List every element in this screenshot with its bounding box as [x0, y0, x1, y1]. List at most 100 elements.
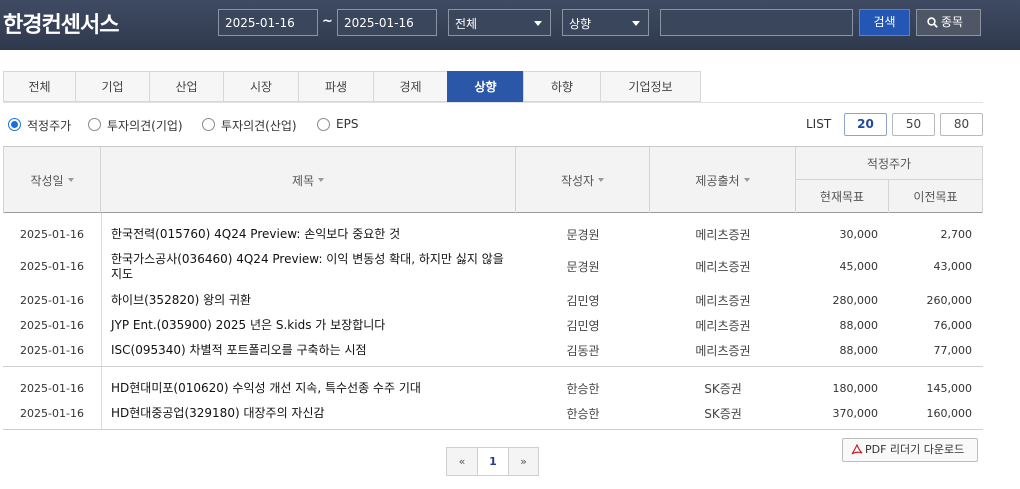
radio-dot	[88, 118, 101, 131]
row-author: 김민영	[566, 293, 600, 308]
tab-downgrade[interactable]: 하향	[523, 71, 600, 102]
list-size-label: LIST	[806, 117, 832, 131]
prev-page-button[interactable]: «	[446, 447, 477, 476]
table-row[interactable]: 2025-01-16 하이브(352820) 왕의 귀환 김민영 메리츠증권 280,0…	[3, 288, 983, 312]
row-author: 한승한	[566, 406, 600, 421]
table-row[interactable]: 2025-01-16 한국전력(015760) 4Q24 Preview: 손익보…	[3, 222, 983, 247]
pdf-icon	[851, 444, 863, 455]
site-logo[interactable]: 한경컨센서스	[3, 7, 119, 39]
sort-down-icon	[318, 178, 325, 182]
table-row[interactable]: 2025-01-16 한국가스공사(036460) 4Q24 Preview: 이…	[3, 249, 983, 284]
header-date-label: 작성일	[30, 173, 64, 188]
table-row[interactable]: 2025-01-16 HD현대중공업(329180) 대장주의 자신감 한승한 SK증…	[3, 401, 983, 425]
radio-dot	[317, 118, 330, 131]
radio-label: 적정주가	[27, 119, 72, 133]
header-title[interactable]: 제목	[101, 147, 516, 213]
row-source: 메리츠증권	[695, 228, 751, 242]
radio-label: 투자의견(산업)	[221, 119, 297, 133]
sort-down-icon	[598, 178, 605, 182]
next-page-button[interactable]: »	[508, 447, 539, 476]
header-previous-target: 이전목표	[889, 180, 983, 213]
row-date: 2025-01-16	[20, 293, 84, 307]
table-row[interactable]: 2025-01-16 HD현대미포(010620) 수익성 개선 지속, 특수선종…	[3, 376, 983, 400]
tab-industry[interactable]: 산업	[149, 71, 223, 102]
date-from-input[interactable]: 2025-01-16	[218, 9, 318, 36]
chevron-down-icon	[632, 21, 640, 26]
row-previous-target: 43,000	[933, 260, 973, 273]
row-previous-target: 2,700	[940, 228, 973, 241]
table-row[interactable]: 2025-01-16 ISC(095340) 차별적 포트폴리오를 구축하는 시점…	[3, 338, 983, 362]
sort-down-icon	[67, 178, 74, 182]
header-source[interactable]: 제공출처	[650, 147, 796, 213]
row-title-link[interactable]: JYP Ent.(035900) 2025 년은 S.kids 가 보장합니다	[111, 313, 511, 337]
row-date: 2025-01-16	[20, 343, 84, 357]
row-previous-target: 145,000	[926, 381, 973, 395]
sort-down-icon	[743, 178, 750, 182]
row-date: 2025-01-16	[20, 381, 84, 395]
table-header: 작성일 제목 작성자 제공출처 적정주가 현재목표 이전목표	[3, 146, 983, 213]
row-source: 메리츠증권	[695, 293, 751, 308]
tab-company[interactable]: 기업	[75, 71, 149, 102]
row-title-link[interactable]: 한국가스공사(036460) 4Q24 Preview: 이익 변동성 확대, …	[111, 249, 511, 284]
row-title-link[interactable]: 하이브(352820) 왕의 귀환	[111, 288, 511, 312]
row-group-divider	[3, 366, 983, 367]
row-title-link[interactable]: 한국전력(015760) 4Q24 Preview: 손익보다 중요한 것	[111, 222, 511, 247]
row-date: 2025-01-16	[20, 260, 84, 273]
row-source: 메리츠증권	[695, 260, 751, 274]
search-button[interactable]: 검색	[859, 9, 910, 36]
stock-search-button[interactable]: 종목	[916, 9, 981, 36]
date-to-input[interactable]: 2025-01-16	[337, 9, 437, 36]
row-current-target: 88,000	[839, 318, 879, 332]
category-select-value: 전체	[455, 17, 478, 31]
row-author: 김동관	[566, 343, 600, 358]
date-range-separator: ~	[322, 14, 333, 29]
tab-economy[interactable]: 경제	[373, 71, 447, 102]
row-author: 한승한	[566, 381, 600, 396]
row-current-target: 30,000	[839, 228, 879, 241]
row-current-target: 370,000	[832, 406, 879, 420]
table-bottom-border	[3, 429, 983, 430]
tab-divider	[3, 102, 983, 103]
category-tabs: 전체 기업 산업 시장 파생 경제 상향 하향 기업정보	[3, 71, 701, 102]
page-1-button[interactable]: 1	[477, 447, 508, 476]
header-author[interactable]: 작성자	[516, 147, 650, 213]
tab-market[interactable]: 시장	[223, 71, 298, 102]
row-title-link[interactable]: HD현대미포(010620) 수익성 개선 지속, 특수선종 수주 기대	[111, 376, 511, 400]
list-size-50-button[interactable]: 50	[892, 113, 935, 136]
header-date[interactable]: 작성일	[3, 147, 101, 213]
tab-all[interactable]: 전체	[3, 71, 75, 102]
row-author: 문경원	[566, 260, 600, 274]
radio-label: 투자의견(기업)	[107, 119, 183, 133]
search-icon	[927, 17, 938, 28]
header-author-label: 작성자	[560, 173, 595, 188]
row-title-link[interactable]: ISC(095340) 차별적 포트폴리오를 구축하는 시점	[111, 338, 511, 362]
row-source: 메리츠증권	[695, 343, 751, 358]
header-title-label: 제목	[291, 173, 315, 188]
header-source-label: 제공출처	[695, 173, 740, 188]
tab-company-info[interactable]: 기업정보	[600, 71, 701, 102]
report-table: 작성일 제목 작성자 제공출처 적정주가 현재목표 이전목표	[3, 146, 983, 213]
tab-derivatives[interactable]: 파생	[298, 71, 373, 102]
header-current-target: 현재목표	[796, 180, 889, 213]
row-source: SK증권	[704, 381, 742, 396]
pagination: « 1 »	[446, 447, 539, 476]
search-input[interactable]	[660, 9, 853, 36]
row-date: 2025-01-16	[20, 406, 84, 420]
list-size-80-button[interactable]: 80	[940, 113, 983, 136]
direction-select[interactable]: 상향	[562, 9, 649, 36]
row-previous-target: 77,000	[933, 343, 973, 357]
row-title-link[interactable]: HD현대중공업(329180) 대장주의 자신감	[111, 401, 511, 425]
tab-upgrade[interactable]: 상향	[447, 71, 523, 102]
list-size-20-button[interactable]: 20	[844, 113, 887, 136]
row-author: 문경원	[566, 228, 600, 242]
row-current-target: 88,000	[839, 343, 879, 357]
row-source: 메리츠증권	[695, 318, 751, 333]
category-select[interactable]: 전체	[448, 9, 551, 36]
pdf-reader-download-button[interactable]: PDF 리더기 다운로드	[842, 438, 978, 462]
header-target-price-group: 적정주가	[796, 147, 983, 180]
table-row[interactable]: 2025-01-16 JYP Ent.(035900) 2025 년은 S.kid…	[3, 313, 983, 337]
row-date: 2025-01-16	[20, 318, 84, 332]
row-previous-target: 160,000	[926, 406, 973, 420]
radio-dot	[202, 118, 215, 131]
direction-select-value: 상향	[569, 17, 592, 31]
